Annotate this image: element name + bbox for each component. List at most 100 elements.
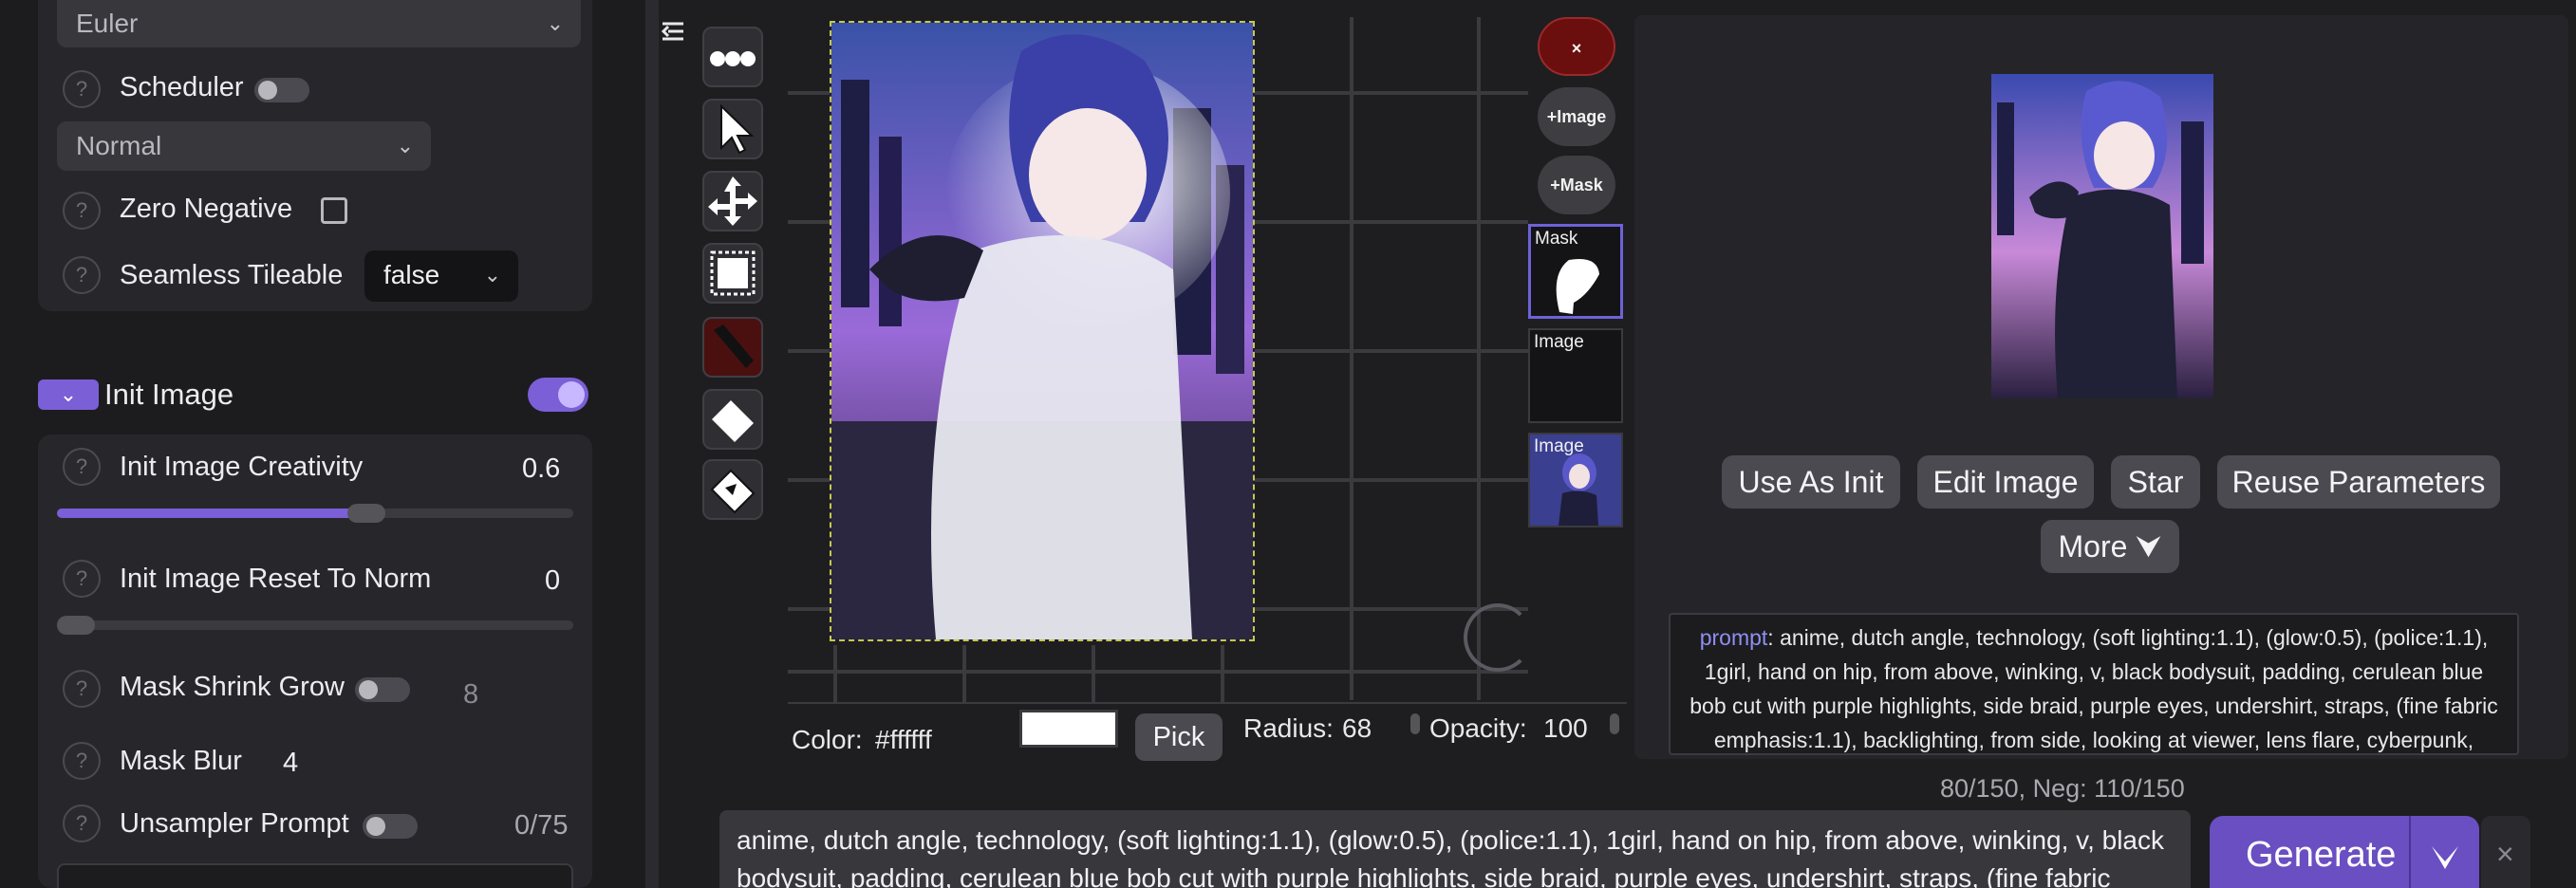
reset-norm-label: Init Image Reset To Norm	[120, 564, 432, 594]
scheduler-select-value: Normal	[76, 131, 162, 160]
reset-norm-slider[interactable]	[57, 620, 573, 630]
prompt-token-counter: 80/150, Neg: 110/150	[1940, 774, 2185, 803]
eraser-icon[interactable]	[702, 389, 763, 450]
grid-line	[1350, 17, 1353, 700]
select-icon[interactable]	[702, 243, 763, 304]
scheduler-toggle[interactable]	[254, 78, 309, 102]
creativity-label: Init Image Creativity	[120, 452, 364, 482]
unsampler-prompt-counter: 0/75	[514, 810, 569, 841]
zero-negative-label: Zero Negative	[120, 194, 293, 224]
help-icon[interactable]: ?	[63, 192, 101, 230]
layer-label: Mask	[1535, 229, 1578, 249]
prompt-input[interactable]: anime, dutch angle, technology, (soft li…	[719, 810, 2191, 888]
reset-norm-value: 0	[545, 565, 561, 596]
mask-shrink-grow-toggle[interactable]	[355, 677, 410, 702]
settings-panel: Euler ⌄ ? Scheduler Normal ⌄ ? Zero Nega…	[0, 0, 645, 888]
radius-slider-handle[interactable]	[1410, 713, 1420, 734]
add-mask-layer-button[interactable]: +Mask	[1538, 156, 1615, 214]
layer-label: Image	[1534, 436, 1584, 456]
chevron-down-icon: ⌄	[396, 134, 414, 157]
init-image-collapse-button[interactable]: ⌄	[38, 379, 99, 410]
mask-blur-label: Mask Blur	[120, 746, 242, 776]
opacity-label: Opacity:	[1429, 713, 1527, 743]
more-options-icon[interactable]	[702, 27, 763, 87]
unsampler-prompt-input[interactable]	[57, 863, 573, 888]
cancel-generation-button[interactable]: ×	[2481, 816, 2530, 888]
toggle-knob	[359, 680, 378, 699]
chevron-down-icon: ⌄	[546, 11, 564, 35]
init-image-title: Init Image	[104, 378, 234, 411]
scheduler-label: Scheduler	[120, 72, 244, 102]
reset-norm-slider-handle[interactable]	[57, 616, 95, 635]
color-swatch[interactable]	[1019, 710, 1118, 748]
sampler-select-value: Euler	[76, 9, 139, 38]
pick-color-button[interactable]: Pick	[1135, 713, 1223, 761]
paint-bucket-icon[interactable]	[702, 459, 763, 520]
seamless-tileable-select[interactable]: false ⌄	[364, 250, 518, 302]
help-icon[interactable]: ?	[63, 742, 101, 780]
remove-layer-button[interactable]: ×	[1538, 17, 1615, 76]
add-image-layer-button[interactable]: +Image	[1538, 87, 1615, 146]
opacity-slider-handle[interactable]	[1610, 713, 1619, 734]
more-button[interactable]: More ⮟	[2041, 520, 2179, 573]
edit-image-button[interactable]: Edit Image	[1917, 455, 2094, 509]
unsampler-prompt-label: Unsampler Prompt	[120, 808, 349, 839]
init-image-toggle[interactable]	[528, 378, 588, 412]
radius-value: 68	[1342, 713, 1372, 743]
mask-shrink-grow-value: 8	[463, 679, 479, 710]
grid-line	[962, 645, 966, 702]
color-label: Color:	[792, 725, 863, 754]
scheduler-select[interactable]: Normal ⌄	[57, 121, 431, 171]
reuse-parameters-button[interactable]: Reuse Parameters	[2217, 455, 2500, 509]
mask-blur-value: 4	[283, 748, 299, 778]
creativity-slider-fill	[57, 509, 367, 518]
grid-line	[788, 670, 1528, 674]
chevron-down-icon	[2432, 846, 2458, 869]
brush-icon[interactable]	[702, 317, 763, 378]
result-image[interactable]	[1991, 74, 2213, 398]
help-icon[interactable]: ?	[63, 670, 101, 708]
use-as-init-button[interactable]: Use As Init	[1722, 455, 1900, 509]
toggle-knob	[258, 81, 277, 100]
unsampler-prompt-toggle[interactable]	[363, 814, 418, 839]
metadata-key: prompt	[1699, 625, 1768, 650]
layer-image[interactable]: Image	[1528, 433, 1623, 527]
layer-image-empty[interactable]: Image	[1528, 328, 1623, 423]
canvas-image[interactable]	[830, 21, 1255, 641]
zero-negative-checkbox[interactable]	[321, 197, 347, 224]
loading-spinner-icon	[1464, 603, 1532, 672]
opacity-value: 100	[1543, 713, 1588, 743]
panel-resize-handle[interactable]	[645, 0, 659, 888]
collapse-icon[interactable]	[661, 19, 685, 44]
toggle-knob	[558, 381, 585, 408]
help-icon[interactable]: ?	[63, 256, 101, 294]
close-icon: ×	[2496, 837, 2514, 871]
generate-label: Generate	[2246, 835, 2397, 875]
help-icon[interactable]: ?	[63, 560, 101, 598]
generate-menu-button[interactable]	[2409, 816, 2411, 888]
sampler-select[interactable]: Euler ⌄	[57, 0, 581, 47]
mask-shrink-grow-label: Mask Shrink Grow	[120, 672, 345, 702]
creativity-value: 0.6	[522, 453, 561, 484]
grid-line	[1477, 17, 1481, 700]
help-icon[interactable]: ?	[63, 805, 101, 842]
pointer-icon[interactable]	[702, 99, 763, 159]
creativity-slider-handle[interactable]	[347, 504, 386, 523]
move-icon[interactable]	[702, 171, 763, 231]
help-icon[interactable]: ?	[63, 70, 101, 108]
grid-line	[1092, 645, 1095, 702]
layer-mask[interactable]: Mask	[1528, 224, 1623, 319]
metadata-value: anime, dutch angle, technology, (soft li…	[1689, 625, 2498, 752]
generate-button[interactable]: Generate	[2210, 816, 2479, 888]
help-icon[interactable]: ?	[63, 448, 101, 486]
metadata-separator: :	[1767, 625, 1781, 650]
color-value: #ffffff	[875, 725, 932, 754]
radius-label: Radius:	[1243, 713, 1334, 743]
seamless-tileable-value: false	[383, 260, 440, 289]
image-metadata: prompt: anime, dutch angle, technology, …	[1669, 613, 2519, 755]
grid-line	[1221, 645, 1224, 702]
chevron-down-icon: ⌄	[59, 382, 78, 406]
canvas-toolbar: Color: #ffffff Pick Radius: 68 Opacity: …	[788, 702, 1627, 761]
star-button[interactable]: Star	[2111, 455, 2200, 509]
layer-label: Image	[1534, 332, 1584, 352]
